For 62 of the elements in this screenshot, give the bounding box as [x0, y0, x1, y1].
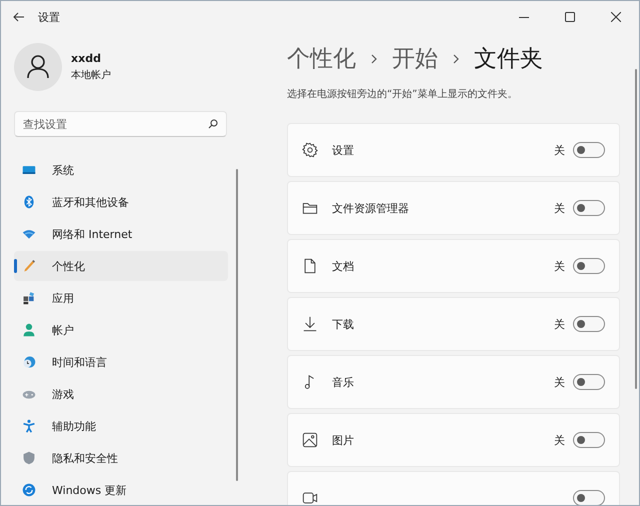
nav-icon — [22, 291, 36, 305]
setting-label: 下载 — [332, 316, 354, 332]
maximize-icon — [565, 12, 575, 22]
avatar — [14, 43, 62, 91]
window-title: 设置 — [38, 10, 60, 24]
setting-label: 音乐 — [332, 374, 354, 390]
breadcrumb-item[interactable]: 开始 — [392, 43, 438, 74]
chevron-icon — [452, 52, 460, 64]
toggle-state: 关 — [554, 316, 565, 332]
breadcrumb-item: 文件夹 — [474, 45, 543, 74]
nav-icon — [22, 163, 36, 177]
close-icon — [611, 12, 621, 22]
page-description: 选择在电源按钮旁边的“开始”菜单上显示的文件夹。 — [287, 88, 518, 101]
folder-setting-icon — [302, 142, 318, 158]
nav-icon — [22, 419, 36, 433]
search-input[interactable]: 查找设置 — [23, 118, 208, 130]
folder-setting-icon — [302, 432, 318, 448]
folder-setting-icon — [302, 490, 318, 505]
toggle-switch[interactable] — [573, 316, 605, 332]
nav-item[interactable]: 辅助功能 — [14, 411, 228, 441]
account-type: 本地帐户 — [71, 68, 111, 82]
nav-item[interactable]: 时间和语言 — [14, 347, 228, 377]
folder-setting-icon — [302, 258, 318, 274]
toggle-state: 关 — [554, 142, 565, 158]
toggle-switch[interactable] — [573, 200, 605, 216]
setting-label: 文件资源管理器 — [332, 200, 409, 216]
nav-icon — [22, 227, 36, 241]
toggle-switch[interactable] — [573, 374, 605, 390]
nav-icon — [22, 355, 36, 369]
nav-item[interactable]: Windows 更新 — [14, 475, 228, 505]
nav-item[interactable]: 系统 — [14, 155, 228, 185]
nav-item[interactable]: 游戏 — [14, 379, 228, 409]
toggle-state: 关 — [554, 432, 565, 448]
nav-icon — [22, 195, 36, 209]
setting-label: 图片 — [332, 432, 354, 448]
toggle-state: 关 — [554, 374, 565, 390]
toggle-state: 关 — [554, 258, 565, 274]
nav-item[interactable]: 网络和 Internet — [14, 219, 228, 249]
setting-label: 文档 — [332, 258, 354, 274]
nav-icon — [22, 451, 36, 465]
toggle-state: 关 — [554, 200, 565, 216]
back-arrow-icon[interactable] — [13, 12, 24, 22]
search-field[interactable]: 查找设置 — [14, 111, 227, 137]
toggle-switch[interactable] — [573, 142, 605, 158]
toggle-switch[interactable] — [573, 258, 605, 274]
nav-icon — [22, 323, 36, 337]
nav-icon — [22, 259, 36, 273]
nav-item[interactable]: 个性化 — [14, 251, 228, 281]
nav-item[interactable]: 应用 — [14, 283, 228, 313]
nav-item[interactable]: 蓝牙和其他设备 — [14, 187, 228, 217]
setting-label: 设置 — [332, 142, 354, 158]
chevron-icon — [370, 52, 378, 64]
nav-icon — [22, 483, 36, 497]
nav-item[interactable]: 帐户 — [14, 315, 228, 345]
breadcrumb-item[interactable]: 个性化 — [287, 43, 356, 74]
toggle-switch[interactable] — [573, 490, 605, 505]
toggle-switch[interactable] — [573, 432, 605, 448]
search-icon — [208, 119, 218, 129]
nav-item[interactable]: 隐私和安全性 — [14, 443, 228, 473]
folder-setting-icon — [302, 200, 318, 216]
user-name: xxdd — [71, 52, 102, 65]
folder-setting-icon — [302, 316, 318, 332]
